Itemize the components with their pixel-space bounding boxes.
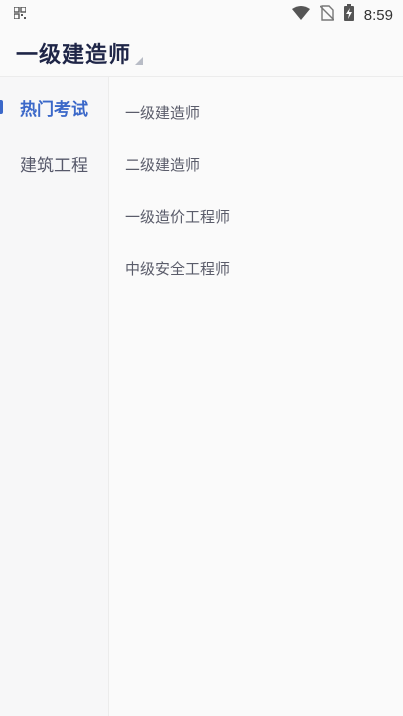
active-indicator	[0, 100, 3, 114]
sidebar-item-hot-exams[interactable]: 热门考试	[0, 79, 108, 135]
status-time: 8:59	[363, 6, 393, 24]
list-item[interactable]: 中级安全工程师	[109, 242, 403, 294]
wifi-icon	[291, 5, 310, 25]
exam-list: 一级建造师 二级建造师 一级造价工程师 中级安全工程师	[109, 77, 403, 294]
sidebar-item-label: 热门考试	[20, 99, 88, 120]
no-sim-icon	[319, 4, 335, 26]
sidebar-item-label: 建筑工程	[20, 155, 88, 176]
dropdown-corner-icon	[135, 57, 144, 65]
status-bar: 8:59	[0, 0, 403, 30]
header: 一级建造师	[0, 30, 403, 77]
page-title: 一级建造师	[16, 43, 132, 68]
exam-selector[interactable]: 一级建造师	[0, 37, 144, 69]
list-item[interactable]: 二级建造师	[109, 138, 403, 190]
category-sidebar: 热门考试 建筑工程	[0, 77, 109, 716]
qr-icon	[13, 6, 27, 24]
list-item[interactable]: 一级建造师	[109, 86, 403, 138]
sidebar-item-construction[interactable]: 建筑工程	[0, 135, 108, 191]
list-item[interactable]: 一级造价工程师	[109, 190, 403, 242]
battery-charging-icon	[343, 4, 354, 26]
